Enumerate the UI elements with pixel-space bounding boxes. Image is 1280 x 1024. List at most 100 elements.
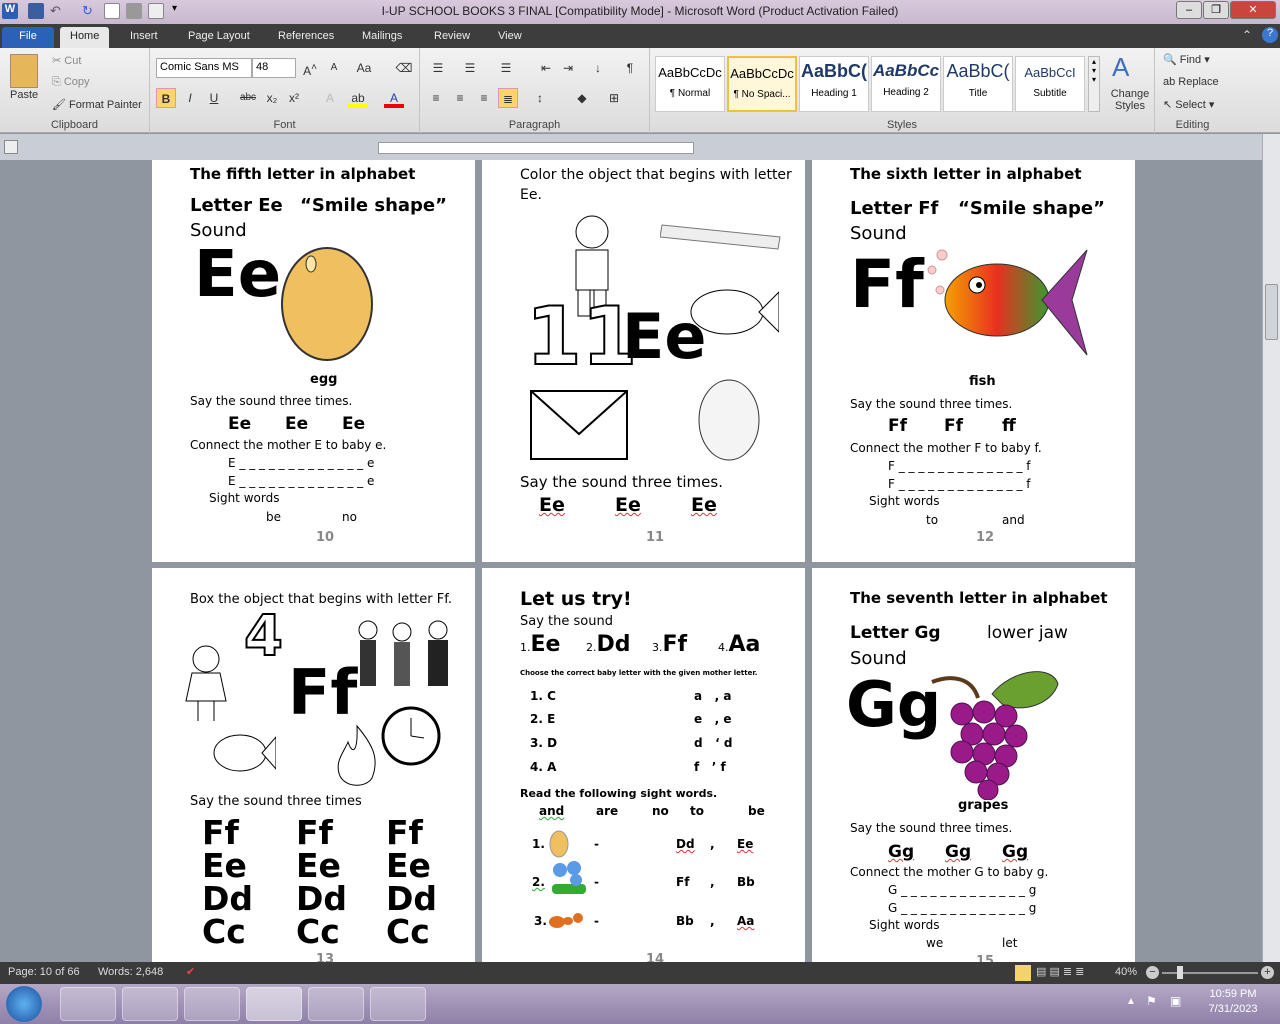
select-button[interactable]: ↖ Select ▾	[1163, 98, 1214, 111]
help-icon[interactable]: ?	[1262, 27, 1278, 43]
superscript-button[interactable]: x²	[284, 88, 304, 108]
show-hidden-icons[interactable]: ▲	[1126, 996, 1136, 1007]
maximize-button[interactable]: ❐	[1203, 1, 1229, 19]
change-styles-button[interactable]: Change Styles	[1108, 88, 1152, 112]
repeat-letter: Ee	[615, 494, 641, 516]
align-center-icon[interactable]: ≡	[450, 88, 470, 108]
trace-line: F _ _ _ _ _ _ _ _ _ _ _ _ _ f	[888, 477, 1031, 491]
item-number: 2.	[586, 641, 597, 654]
cut-button[interactable]: ✂ Cut	[52, 54, 81, 67]
action-center-icon[interactable]: ⚑	[1146, 994, 1157, 1008]
italic-button[interactable]: I	[180, 88, 200, 108]
page-number: 13	[316, 952, 335, 962]
taskbar-app-icon[interactable]	[122, 987, 178, 1021]
minimize-button[interactable]: –	[1176, 1, 1202, 19]
zoom-in-icon[interactable]: +	[1261, 966, 1274, 979]
styles-scroll[interactable]: ▴ ▾ ▾	[1088, 56, 1100, 112]
format-painter-button[interactable]: 🖌 Format Painter	[52, 98, 142, 111]
style-heading-1[interactable]: AaBbC(Heading 1	[799, 56, 869, 112]
window-title: I-UP SCHOOL BOOKS 3 FINAL [Compatibility…	[381, 4, 899, 18]
replace-button[interactable]: ab Replace	[1163, 76, 1219, 88]
paste-button[interactable]: Paste	[10, 89, 38, 101]
big-letter: Ff	[850, 246, 924, 323]
page-indicator[interactable]: Page: 10 of 66	[8, 966, 80, 978]
strikethrough-button[interactable]: abc	[238, 88, 258, 108]
decrease-indent-icon[interactable]: ⇤	[536, 58, 556, 78]
increase-indent-icon[interactable]: ⇥	[558, 58, 578, 78]
grow-font-icon[interactable]: A˄	[300, 58, 320, 78]
clock[interactable]: 10:59 PM 7/31/2023	[1198, 988, 1268, 1015]
scrollbar-thumb[interactable]	[1265, 284, 1278, 340]
style-title[interactable]: AaBbC(Title	[943, 56, 1013, 112]
start-button[interactable]	[6, 986, 42, 1022]
vertical-scrollbar[interactable]	[1262, 134, 1280, 962]
highlight-icon[interactable]: ab	[348, 88, 368, 108]
taskbar-explorer-icon[interactable]	[308, 987, 364, 1021]
zoom-slider-thumb[interactable]	[1177, 966, 1183, 979]
style-normal[interactable]: AaBbCcDc ¶ Normal	[655, 56, 725, 112]
numbering-icon[interactable]: ☰	[460, 58, 480, 78]
text-effects-icon[interactable]: A	[320, 88, 340, 108]
clear-formatting-icon[interactable]: ⌫	[394, 58, 414, 78]
change-styles-icon[interactable]: A	[1112, 52, 1129, 83]
taskbar-word-icon[interactable]	[246, 987, 302, 1021]
style-subtitle[interactable]: AaBbCcI Subtitle	[1015, 56, 1085, 112]
sight-word: are	[596, 804, 619, 818]
multilevel-list-icon[interactable]: ☰	[496, 58, 516, 78]
taskbar-paint-icon[interactable]	[60, 987, 116, 1021]
align-left-icon[interactable]: ≡	[426, 88, 446, 108]
match-options: e , e	[694, 712, 732, 726]
tab-view[interactable]: View	[488, 27, 532, 48]
tab-references[interactable]: References	[268, 27, 344, 48]
tab-insert[interactable]: Insert	[120, 27, 168, 48]
sort-icon[interactable]: ↓	[588, 58, 608, 78]
find-button[interactable]: 🔍 Find ▾	[1163, 53, 1210, 66]
align-right-icon[interactable]: ≡	[474, 88, 494, 108]
font-name-input[interactable]: Comic Sans MS	[156, 58, 252, 78]
tab-review[interactable]: Review	[424, 27, 480, 48]
tab-page-layout[interactable]: Page Layout	[178, 27, 260, 48]
line-spacing-icon[interactable]: ↕	[530, 88, 550, 108]
close-button[interactable]: ✕	[1230, 1, 1276, 19]
tab-selector[interactable]	[4, 140, 18, 154]
taskbar-chrome-icon[interactable]	[184, 987, 240, 1021]
egg-image	[281, 247, 373, 361]
collapse-ribbon-icon[interactable]: ⌃	[1242, 28, 1252, 42]
taskbar-excel-icon[interactable]	[370, 987, 426, 1021]
view-buttons-icon[interactable]: ▤ ▤ ≣ ≣	[1036, 965, 1084, 978]
shading-icon[interactable]: ◆	[572, 88, 592, 108]
letter-column: Ff Ee Dd Cc	[386, 816, 437, 948]
zoom-level[interactable]: 40%	[1115, 966, 1137, 978]
word-count[interactable]: Words: 2,648	[98, 966, 163, 978]
page-number: 10	[316, 530, 335, 545]
font-color-icon[interactable]: A	[384, 88, 404, 108]
letter: Cc	[202, 912, 246, 951]
style-preview: AaBbCcDc	[658, 65, 722, 80]
letter: Ff	[386, 813, 423, 852]
shrink-font-icon[interactable]: A	[324, 58, 344, 78]
tab-file[interactable]: File	[2, 27, 54, 48]
subscript-button[interactable]: x₂	[262, 88, 282, 108]
horizontal-ruler[interactable]	[0, 134, 1280, 160]
borders-icon[interactable]: ⊞	[604, 88, 624, 108]
show-formatting-icon[interactable]: ¶	[620, 58, 640, 78]
font-size-input[interactable]: 48	[252, 58, 296, 78]
style-preview: AaBbCcI	[1024, 65, 1076, 80]
tab-mailings[interactable]: Mailings	[352, 27, 412, 48]
proofing-icon[interactable]: ✔	[186, 965, 195, 978]
paste-icon[interactable]	[10, 54, 38, 88]
tab-home[interactable]: Home	[60, 27, 110, 48]
print-layout-view-icon[interactable]	[1015, 965, 1031, 981]
underline-button[interactable]: U	[204, 88, 224, 108]
style-no-spacing[interactable]: AaBbCcDc ¶ No Spaci...	[727, 56, 797, 112]
network-icon[interactable]: ▣	[1170, 994, 1181, 1008]
style-heading-2[interactable]: AaBbCc Heading 2	[871, 56, 941, 112]
zoom-out-icon[interactable]: −	[1146, 966, 1159, 979]
copy-button[interactable]: ⎘ Copy	[52, 76, 90, 89]
justify-icon[interactable]: ≣	[498, 88, 518, 108]
bullets-icon[interactable]: ☰	[428, 58, 448, 78]
bold-button[interactable]: B	[156, 88, 176, 108]
page-11: Color the object that begins with letter…	[482, 160, 805, 562]
comma: ,	[710, 914, 715, 928]
change-case-icon[interactable]: Aa	[354, 58, 374, 78]
